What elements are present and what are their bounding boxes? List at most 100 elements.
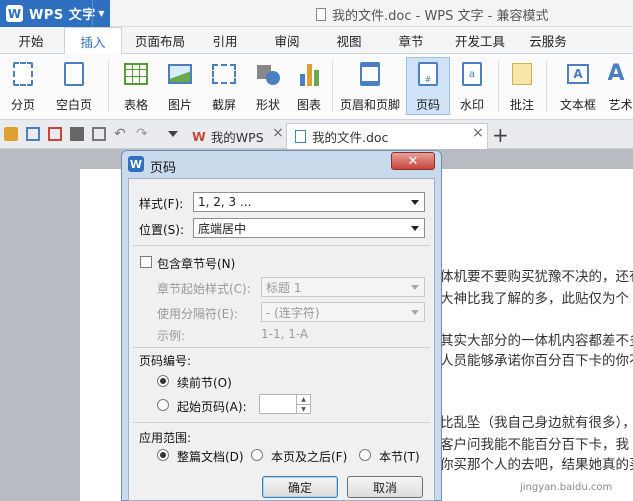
document-text-line: 客户问我能不能百分百下卡，我 — [440, 437, 629, 453]
cancel-button[interactable]: 取消 — [347, 476, 423, 498]
wps-logo-icon: W — [128, 156, 144, 172]
tab-chapter[interactable]: 章节 — [390, 27, 432, 54]
include-chapter-label: 包含章节号(N) — [157, 257, 236, 271]
tab-page-layout[interactable]: 页面布局 — [128, 27, 192, 54]
style-label: 样式(F): — [139, 197, 184, 211]
include-chapter-checkbox[interactable] — [140, 256, 152, 268]
page-break-button[interactable]: 分页 — [4, 58, 42, 116]
position-label: 位置(S): — [139, 223, 185, 237]
wordart-icon: A — [608, 61, 625, 86]
page-break-label: 分页 — [10, 98, 35, 112]
continue-radio[interactable] — [157, 375, 169, 387]
document-tab-bar: ↶ ↷ W 我的WPS × 我的文件.doc × + — [0, 120, 633, 149]
tab-references[interactable]: 引用 — [204, 27, 246, 54]
tab-my-file-doc[interactable]: 我的文件.doc — [286, 123, 488, 149]
close-tab-icon[interactable]: × — [272, 125, 284, 141]
ribbon-separator — [546, 60, 547, 112]
textbox-icon: A — [565, 61, 591, 87]
document-text-line: 你买那个人的去吧，结果她真的买 — [440, 457, 633, 473]
numbering-title: 页码编号: — [139, 354, 192, 368]
chevron-down-icon[interactable]: ▼ — [92, 0, 110, 27]
table-button[interactable]: 表格 — [116, 58, 156, 116]
tab-start[interactable]: 开始 — [8, 27, 54, 54]
new-tab-icon[interactable]: + — [492, 123, 509, 147]
start-page-number-stepper[interactable]: ▲ ▼ — [259, 394, 311, 414]
position-select[interactable]: 底端居中 — [193, 218, 425, 238]
shape-icon — [255, 61, 281, 87]
chevron-down-icon — [411, 285, 419, 290]
picture-button[interactable]: 图片 — [160, 58, 200, 116]
chevron-down-icon — [411, 226, 419, 231]
ok-button[interactable]: 确定 — [262, 476, 338, 498]
table-icon — [123, 61, 149, 87]
blank-page-label: 空白页 — [55, 98, 92, 112]
tab-review[interactable]: 审阅 — [266, 27, 308, 54]
example-value: 1-1, 1-A — [261, 327, 309, 341]
picture-label: 图片 — [167, 98, 192, 112]
app-name: WPS 文字 — [29, 8, 96, 23]
comment-icon — [509, 61, 535, 87]
page-number-dialog: W 页码 ✕ 样式(F): 1, 2, 3 ... 位置(S): 底端居中 包含… — [121, 150, 442, 501]
wps-logo-icon: W — [192, 128, 206, 144]
app-menu-button[interactable]: W WPS 文字 ▼ — [0, 0, 110, 27]
wordart-button[interactable]: A 艺术 — [608, 58, 633, 116]
tab-cloud[interactable]: 云服务 — [522, 27, 574, 54]
wps-logo-icon: W — [6, 5, 23, 22]
chart-label: 图表 — [296, 98, 321, 112]
blank-page-button[interactable]: 空白页 — [48, 58, 100, 116]
start-at-radio[interactable] — [157, 399, 169, 411]
dialog-close-button[interactable]: ✕ — [391, 152, 435, 170]
chevron-up-icon[interactable]: ▲ — [296, 395, 310, 404]
page-number-icon: # — [415, 61, 441, 87]
dialog-title-bar[interactable]: W 页码 ✕ — [122, 151, 441, 177]
chapter-style-select[interactable]: 标题 1 — [261, 277, 425, 297]
undo-icon[interactable]: ↶ — [114, 127, 128, 141]
watermark-text: jingyan.baidu.com — [520, 482, 613, 493]
menu-bar: 开始 插入 页面布局 引用 审阅 视图 章节 开发工具 云服务 — [0, 27, 633, 55]
document-text-line: 比乱坠（我自己身边就有很多）， — [440, 415, 633, 431]
comment-label: 批注 — [509, 98, 534, 112]
comment-button[interactable]: 批注 — [504, 58, 540, 116]
tab-developer[interactable]: 开发工具 — [448, 27, 512, 54]
watermark-icon: a — [459, 61, 485, 87]
chevron-down-icon[interactable]: ▼ — [296, 404, 310, 413]
print-preview-icon[interactable] — [92, 127, 106, 141]
scope-section-label: 本节(T) — [379, 450, 420, 464]
open-icon[interactable] — [4, 127, 18, 141]
scope-after-radio[interactable] — [251, 449, 263, 461]
picture-icon — [167, 61, 193, 87]
tab-my-wps[interactable]: W 我的WPS — [184, 123, 286, 149]
screenshot-icon — [211, 61, 237, 87]
ribbon-separator — [498, 60, 499, 112]
textbox-label: 文本框 — [559, 98, 596, 112]
chevron-down-icon — [411, 310, 419, 315]
tab-insert[interactable]: 插入 — [64, 27, 122, 55]
screenshot-button[interactable]: 截屏 — [204, 58, 244, 116]
continue-label: 续前节(O) — [177, 376, 232, 390]
shape-button[interactable]: 形状 — [248, 58, 288, 116]
chart-button[interactable]: 图表 — [292, 58, 326, 116]
customize-toolbar-icon[interactable] — [168, 131, 178, 137]
watermark-button[interactable]: a 水印 — [452, 58, 492, 116]
title-bar: W WPS 文字 ▼ 我的文件.doc - WPS 文字 - 兼容模式 — [0, 0, 633, 27]
watermark-label: 水印 — [459, 98, 484, 112]
chart-icon — [296, 61, 322, 87]
export-pdf-icon[interactable] — [48, 127, 62, 141]
document-icon — [316, 8, 326, 21]
scope-section-radio[interactable] — [359, 449, 371, 461]
separator-select[interactable]: - (连字符) — [261, 302, 425, 322]
save-icon[interactable] — [26, 127, 40, 141]
tab-view[interactable]: 视图 — [328, 27, 370, 54]
textbox-button[interactable]: A 文本框 — [552, 58, 604, 116]
scope-whole-radio[interactable] — [157, 449, 169, 461]
style-select[interactable]: 1, 2, 3 ... — [193, 192, 425, 212]
print-icon[interactable] — [70, 127, 84, 141]
document-text-line: 体机要不要购买犹豫不决的，还有 — [440, 269, 633, 285]
page-number-button[interactable]: # 页码 — [406, 57, 450, 115]
close-tab-icon[interactable]: × — [472, 125, 484, 141]
page-number-label: 页码 — [415, 98, 440, 112]
document-icon — [295, 130, 306, 143]
dialog-body: 样式(F): 1, 2, 3 ... 位置(S): 底端居中 包含章节号(N) … — [128, 178, 435, 501]
header-footer-button[interactable]: 页眉和页脚 — [338, 58, 402, 116]
redo-icon[interactable]: ↷ — [136, 127, 150, 141]
